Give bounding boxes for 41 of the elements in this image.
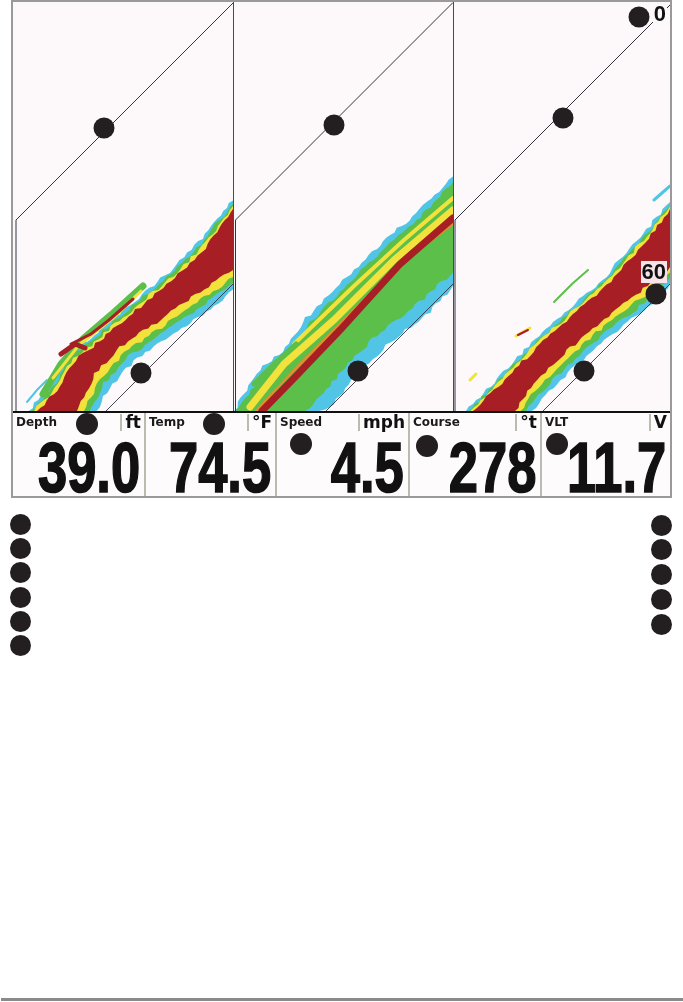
depth-scale-label: 60 [640, 261, 667, 283]
readout-unit: ft [120, 414, 141, 431]
callout-dot-icon [10, 611, 31, 633]
callout-dot-icon [546, 433, 568, 455]
callout-dot-icon [628, 6, 650, 28]
callout-dot-icon [651, 564, 672, 585]
callout-dot-icon [645, 283, 667, 305]
callout-dot-icon [323, 114, 345, 136]
callout-dot-icon [10, 586, 31, 608]
callout-dot-icon [10, 635, 31, 657]
callout-dot-icon [651, 588, 672, 610]
readout-label: Depth [16, 414, 57, 429]
callout-dot-icon [573, 360, 595, 382]
readout-unit: °t [515, 414, 537, 431]
readout-value: 278 [448, 441, 536, 495]
callout-dot-icon [130, 362, 152, 384]
callout-dot-icon [290, 433, 312, 455]
callout-dot-icon [416, 435, 438, 457]
readout-value: 74.5 [168, 441, 271, 495]
readout-value: 4.5 [330, 441, 404, 495]
readout-value: 39.0 [37, 441, 140, 495]
callout-dot-icon [552, 107, 574, 129]
readout-unit: °F [246, 414, 272, 431]
callout-dot-icon [651, 514, 672, 536]
callout-dot-icon [10, 537, 31, 559]
readout-label: VLT [545, 414, 569, 429]
callout-dot-icon [76, 413, 98, 435]
callout-dot-icon [347, 360, 369, 382]
callout-dot-icon [203, 413, 225, 435]
callout-dot-icon [651, 613, 672, 635]
callout-dot-icon [651, 539, 672, 561]
readout-label: Speed [280, 414, 323, 429]
readout-unit: V [648, 414, 667, 431]
depth-scale-label: 0 [652, 3, 667, 25]
readout-label: Temp [149, 414, 185, 429]
callout-dot-icon [93, 117, 115, 139]
callout-dot-icon [10, 562, 31, 584]
readout-label: Course [413, 414, 460, 429]
readout-value: 11.7 [566, 441, 666, 495]
callout-dot-icon [10, 513, 31, 535]
readout-unit: mph [358, 414, 405, 431]
